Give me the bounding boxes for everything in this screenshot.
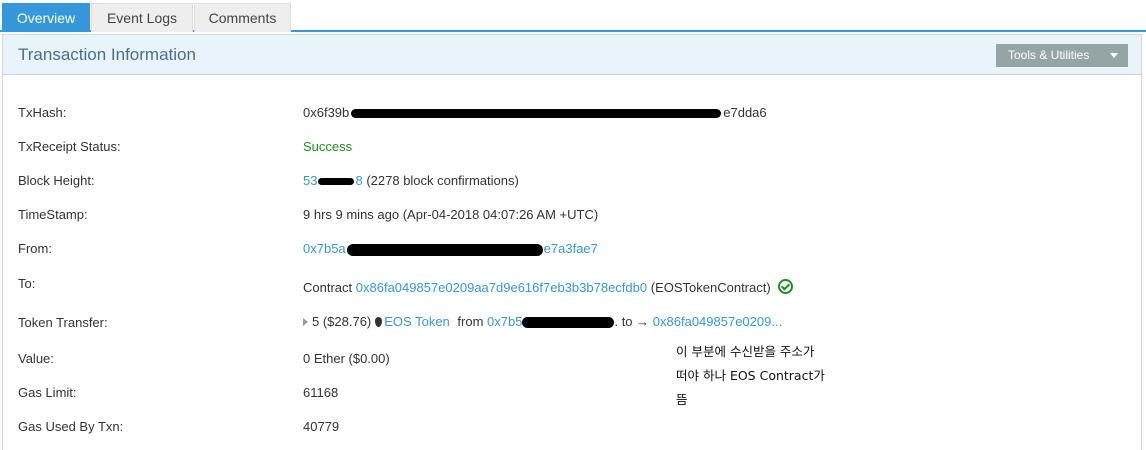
redaction-mark	[346, 243, 543, 256]
from-value: 0x7b5a e7a3fae7	[303, 241, 598, 256]
row-to: To: Contract 0x86fa049857e0209aa7d9e616f…	[0, 276, 1146, 297]
gas-limit-label: Gas Limit:	[18, 385, 77, 400]
row-block-height: Block Height: 53 8 (2278 block confirmati…	[0, 171, 1146, 191]
gas-used-value: 40779	[303, 419, 340, 434]
annotation-line-3: 뜸	[676, 392, 688, 407]
status-label: TxReceipt Status:	[18, 139, 121, 154]
txhash-label: TxHash:	[18, 105, 67, 120]
from-label: From:	[18, 241, 52, 256]
tab-event-logs[interactable]: Event Logs	[91, 3, 193, 32]
to-word: . to →	[614, 314, 650, 329]
to-contract-link[interactable]: 0x86fa049857e0209aa7d9e616f7eb3b3b78ecfd…	[356, 280, 647, 295]
eos-token-icon	[375, 317, 383, 327]
from-prefix: 0x7b5a	[303, 241, 346, 256]
token-transfer-value: 5 ($28.76) EOS Token from 0x7b5 . to → 0x8…	[303, 314, 782, 329]
block-height-label: Block Height:	[18, 173, 95, 188]
timestamp-value: 9 hrs 9 mins ago (Apr-04-2018 04:07:26 A…	[303, 207, 599, 222]
tab-comments[interactable]: Comments	[194, 3, 291, 32]
redaction-mark	[522, 317, 615, 329]
block-height-value: 53 8 (2278 block confirmations)	[303, 173, 519, 188]
value-label: Value:	[18, 351, 54, 366]
txhash-value: 0x6f39b e7dda6	[303, 105, 767, 120]
timestamp-label: TimeStamp:	[18, 207, 88, 222]
from-word: from	[457, 314, 484, 329]
tools-utilities-button[interactable]: Tools & Utilities	[996, 44, 1128, 67]
token-to-link[interactable]: 0x86fa049857e0209...	[653, 314, 782, 329]
block-link-prefix: 53	[303, 173, 318, 188]
from-suffix: e7a3fae7	[543, 241, 598, 256]
row-gas-limit: Gas Limit: 61168	[0, 383, 1146, 403]
block-link-suffix: 8	[355, 173, 363, 188]
annotation-note: 이 부분에 수신받을 주소가 떠야 하나 EOS Contract가 뜸	[676, 340, 825, 412]
txhash-suffix: e7dda6	[723, 105, 767, 120]
token-transfer-label: Token Transfer:	[18, 315, 108, 330]
row-token-transfer: Token Transfer: 5 ($28.76) EOS Token from…	[0, 312, 1146, 332]
annotation-line-2: 떠야 하나 EOS Contract가	[676, 368, 825, 383]
to-value: Contract 0x86fa049857e0209aa7d9e616f7eb3…	[303, 279, 794, 295]
row-txhash: TxHash: 0x6f39b e7dda6	[0, 103, 1146, 123]
block-height-link[interactable]: 53 8	[303, 173, 363, 188]
row-timestamp: TimeStamp: 9 hrs 9 mins ago (Apr-04-2018…	[0, 205, 1146, 225]
panel-header: Transaction Information Tools & Utilitie…	[3, 35, 1141, 75]
token-from-prefix: 0x7b5	[487, 314, 523, 329]
token-from-link[interactable]: 0x7b5	[487, 314, 615, 329]
caret-down-icon	[1110, 53, 1118, 58]
tools-utilities-label: Tools & Utilities	[1008, 48, 1090, 62]
panel-title: Transaction Information	[18, 45, 196, 64]
eos-token-link[interactable]: EOS Token	[384, 314, 450, 329]
value-value: 0 Ether ($0.00)	[303, 351, 390, 366]
block-confirmations: (2278 block confirmations)	[366, 173, 519, 188]
row-gas-used: Gas Used By Txn: 40779	[0, 417, 1146, 437]
row-value: Value: 0 Ether ($0.00)	[0, 349, 1146, 369]
annotation-line-1: 이 부분에 수신받을 주소가	[676, 344, 815, 359]
tab-overview[interactable]: Overview	[2, 3, 90, 32]
redaction-mark	[318, 178, 355, 186]
gas-limit-value: 61168	[303, 385, 339, 400]
contract-word: Contract	[303, 280, 353, 295]
token-amount: 5 ($28.76)	[312, 314, 372, 329]
verified-check-icon	[778, 279, 794, 294]
row-status: TxReceipt Status: Success	[0, 137, 1146, 157]
txhash-prefix: 0x6f39b	[303, 105, 350, 120]
tab-bar: Overview Event Logs Comments	[0, 0, 1146, 32]
redaction-mark	[351, 109, 722, 119]
status-value: Success	[303, 139, 353, 154]
from-address-link[interactable]: 0x7b5a e7a3fae7	[303, 241, 598, 256]
to-contract-name: (EOSTokenContract)	[650, 280, 771, 295]
gas-used-label: Gas Used By Txn:	[18, 419, 124, 434]
row-from: From: 0x7b5a e7a3fae7	[0, 239, 1146, 259]
expand-arrow-icon[interactable]	[303, 318, 308, 326]
to-label: To:	[18, 276, 36, 291]
